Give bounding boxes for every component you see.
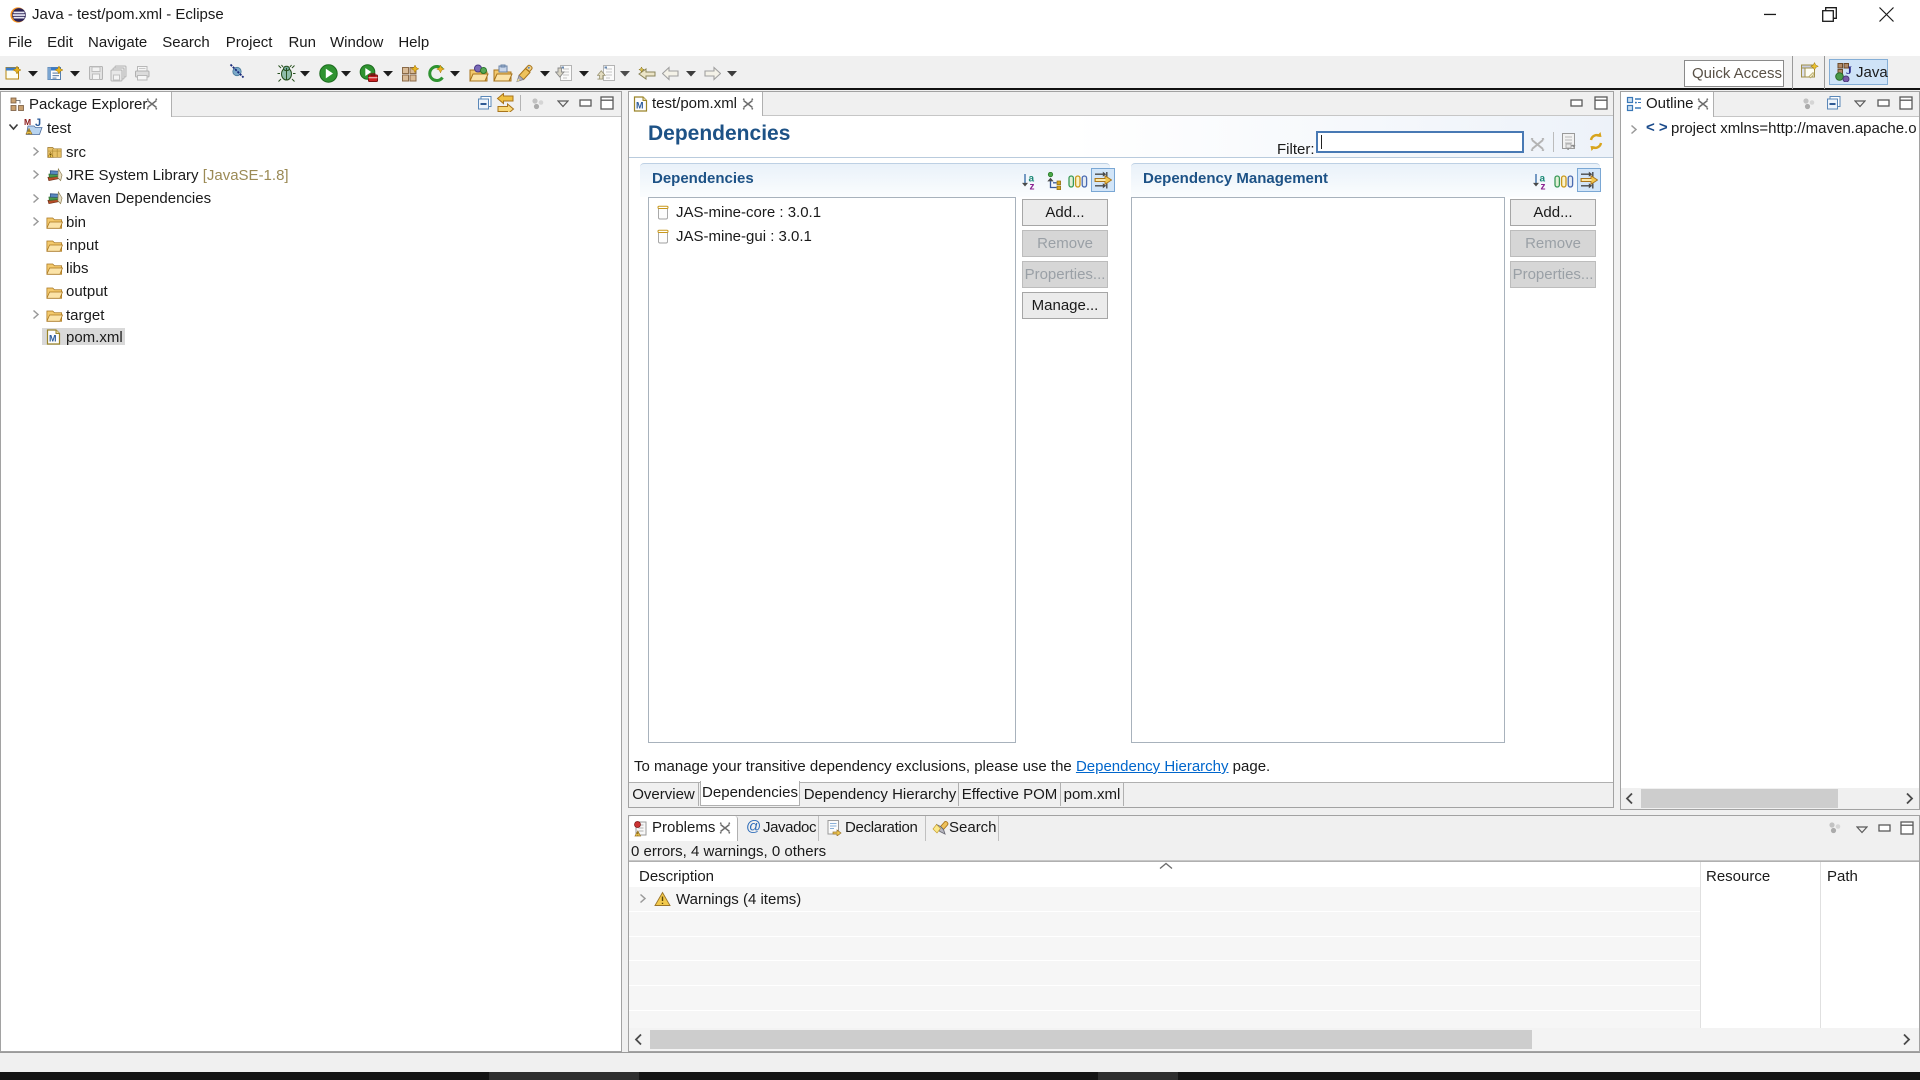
svg-text:M: M [49,334,57,344]
svg-text:z: z [1030,182,1035,191]
svg-text:J: J [1846,63,1852,77]
svg-text:M: M [24,117,31,127]
svg-text:M: M [636,101,644,111]
svg-text:J: J [35,117,41,129]
svg-text:z: z [1541,182,1546,191]
